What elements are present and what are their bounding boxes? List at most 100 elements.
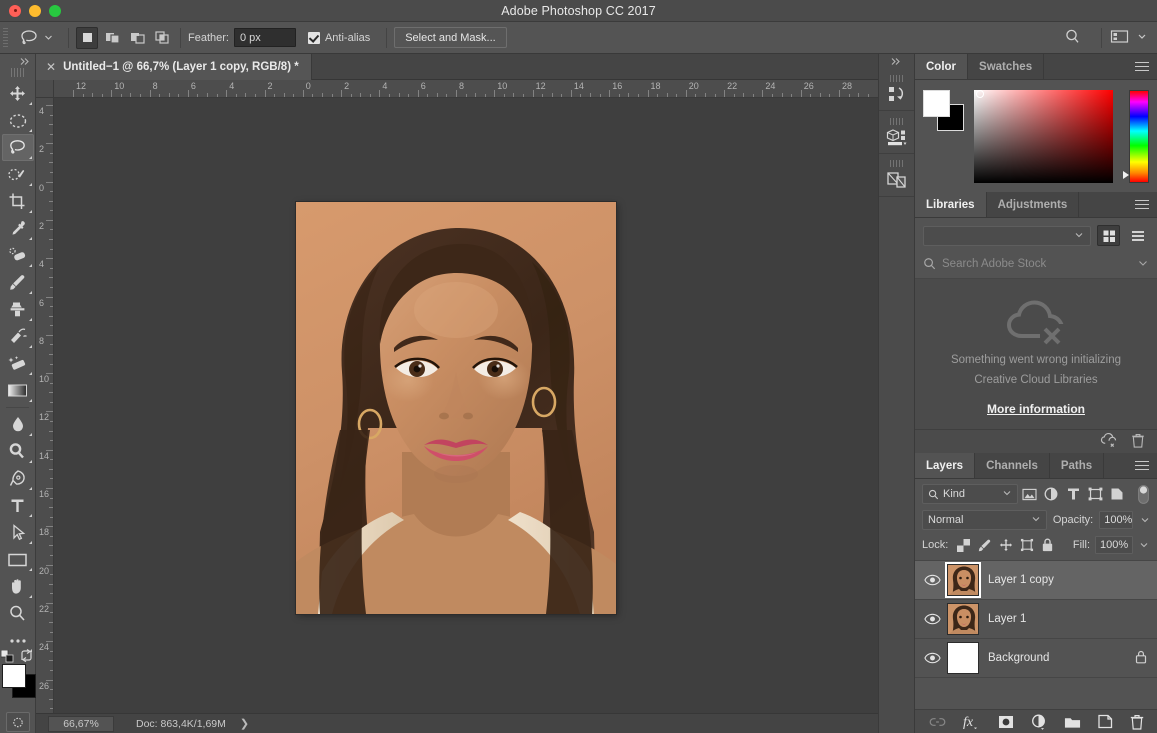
libraries-panel-menu-button[interactable] (1135, 192, 1157, 217)
toolbar-grip[interactable] (11, 68, 25, 77)
hue-slider[interactable] (1129, 90, 1149, 183)
link-layers-button[interactable] (929, 716, 946, 728)
foreground-color-swatch[interactable] (2, 664, 26, 688)
blend-mode-select[interactable]: Normal (922, 510, 1047, 530)
tab-layers[interactable]: Layers (915, 453, 975, 478)
status-expand-button[interactable]: ❯ (240, 717, 249, 730)
tab-swatches[interactable]: Swatches (968, 54, 1044, 79)
tool-rectangle[interactable] (2, 546, 34, 573)
new-group-button[interactable] (1064, 715, 1081, 729)
tool-eraser[interactable] (2, 350, 34, 377)
tool-preset-picker[interactable] (12, 22, 61, 54)
tool-history-brush[interactable] (2, 323, 34, 350)
swap-colors-button[interactable] (20, 649, 33, 665)
layer-thumbnail[interactable] (947, 603, 979, 635)
toolbar-collapse-button[interactable] (0, 54, 35, 68)
document-tab[interactable]: ✕ Untitled−1 @ 66,7% (Layer 1 copy, RGB/… (36, 54, 312, 80)
filter-shape-layers-button[interactable] (1084, 484, 1106, 504)
layer-style-button[interactable]: fx (963, 714, 981, 729)
opacity-stepper-button[interactable] (1139, 516, 1150, 524)
lock-position-button[interactable] (995, 536, 1016, 554)
tool-gradient[interactable] (2, 377, 34, 404)
anti-alias-checkbox[interactable]: Anti-alias (308, 32, 370, 44)
canvas-viewport[interactable] (54, 98, 878, 713)
cloud-sync-error-button[interactable] (1100, 433, 1117, 451)
new-layer-button[interactable] (1098, 714, 1113, 729)
zoom-level-field[interactable]: 66,67% (48, 716, 114, 732)
layer-row[interactable]: Layer 1 copy (915, 561, 1157, 600)
layer-filter-kind-select[interactable]: Kind (922, 484, 1018, 504)
layer-visibility-toggle[interactable] (917, 652, 947, 664)
feather-input[interactable] (234, 28, 296, 47)
color-panel-foreground-swatch[interactable] (923, 90, 950, 117)
adobe-stock-search-row[interactable]: Search Adobe Stock (915, 253, 1157, 279)
tab-color[interactable]: Color (915, 54, 968, 79)
tab-libraries[interactable]: Libraries (915, 192, 987, 217)
tool-hand[interactable] (2, 573, 34, 600)
add-to-selection-button[interactable] (101, 27, 123, 49)
intersect-with-selection-button[interactable] (151, 27, 173, 49)
tool-type[interactable] (2, 492, 34, 519)
workspace-chevron-button[interactable] (1129, 31, 1147, 44)
layer-visibility-toggle[interactable] (917, 574, 947, 586)
tool-lasso[interactable] (2, 134, 34, 161)
layers-panel-menu-button[interactable] (1135, 453, 1157, 478)
layer-thumbnail[interactable] (947, 564, 979, 596)
tab-adjustments[interactable]: Adjustments (987, 192, 1080, 217)
tab-paths[interactable]: Paths (1050, 453, 1104, 478)
library-select[interactable] (923, 226, 1091, 246)
new-adjustment-layer-button[interactable] (1031, 714, 1047, 730)
vertical-ruler[interactable]: 4202468101214161820222426 (36, 98, 54, 713)
document-image[interactable] (296, 202, 616, 614)
select-and-mask-button[interactable]: Select and Mask... (394, 27, 507, 48)
horizontal-ruler[interactable]: 121086420246810121416182022242628 (54, 80, 878, 98)
color-picker-field[interactable] (974, 90, 1113, 183)
tool-zoom[interactable] (2, 600, 34, 627)
add-layer-mask-button[interactable] (998, 715, 1014, 729)
fill-input[interactable]: 100% (1095, 536, 1133, 554)
layer-visibility-toggle[interactable] (917, 613, 947, 625)
layer-row[interactable]: Layer 1 (915, 600, 1157, 639)
adobe-stock-search-input[interactable]: Search Adobe Stock (942, 258, 1131, 270)
tool-elliptical-marquee[interactable] (2, 107, 34, 134)
layer-filter-toggle[interactable] (1137, 484, 1150, 504)
tool-pen[interactable] (2, 465, 34, 492)
subtract-from-selection-button[interactable] (126, 27, 148, 49)
quick-mask-button[interactable] (6, 712, 30, 732)
tool-clone-stamp[interactable] (2, 296, 34, 323)
lock-artboard-nesting-button[interactable] (1016, 536, 1037, 554)
filter-smart-object-layers-button[interactable] (1106, 484, 1128, 504)
dock-item-3d[interactable] (879, 111, 914, 154)
ruler-corner[interactable] (36, 80, 54, 98)
fill-stepper-button[interactable] (1138, 541, 1150, 549)
dock-collapse-button[interactable] (879, 54, 914, 68)
new-selection-button[interactable] (76, 27, 98, 49)
options-bar-grip[interactable] (3, 28, 8, 48)
close-icon[interactable]: ✕ (46, 61, 56, 73)
lock-transparent-pixels-button[interactable] (953, 536, 974, 554)
delete-layer-button[interactable] (1130, 714, 1144, 730)
workspace-switcher-button[interactable] (1110, 29, 1129, 47)
lock-image-pixels-button[interactable] (974, 536, 995, 554)
filter-type-layers-button[interactable] (1062, 484, 1084, 504)
layer-thumbnail[interactable] (947, 642, 979, 674)
filter-pixel-layers-button[interactable] (1018, 484, 1040, 504)
tool-quick-selection[interactable] (2, 161, 34, 188)
tool-brush[interactable] (2, 269, 34, 296)
tool-spot-healing-brush[interactable] (2, 242, 34, 269)
tool-blur[interactable] (2, 411, 34, 438)
tool-crop[interactable] (2, 188, 34, 215)
grid-view-button[interactable] (1097, 225, 1120, 246)
default-colors-button[interactable] (1, 650, 12, 661)
tab-channels[interactable]: Channels (975, 453, 1050, 478)
search-button[interactable] (1052, 28, 1093, 48)
tool-path-selection[interactable] (2, 519, 34, 546)
libraries-delete-button[interactable] (1131, 433, 1145, 451)
opacity-input[interactable]: 100% (1099, 511, 1133, 529)
layer-row[interactable]: Background (915, 639, 1157, 678)
lock-all-button[interactable] (1037, 536, 1058, 554)
dock-item-history[interactable] (879, 68, 914, 111)
tool-dodge[interactable] (2, 438, 34, 465)
more-information-link[interactable]: More information (987, 402, 1085, 416)
list-view-button[interactable] (1126, 225, 1149, 246)
